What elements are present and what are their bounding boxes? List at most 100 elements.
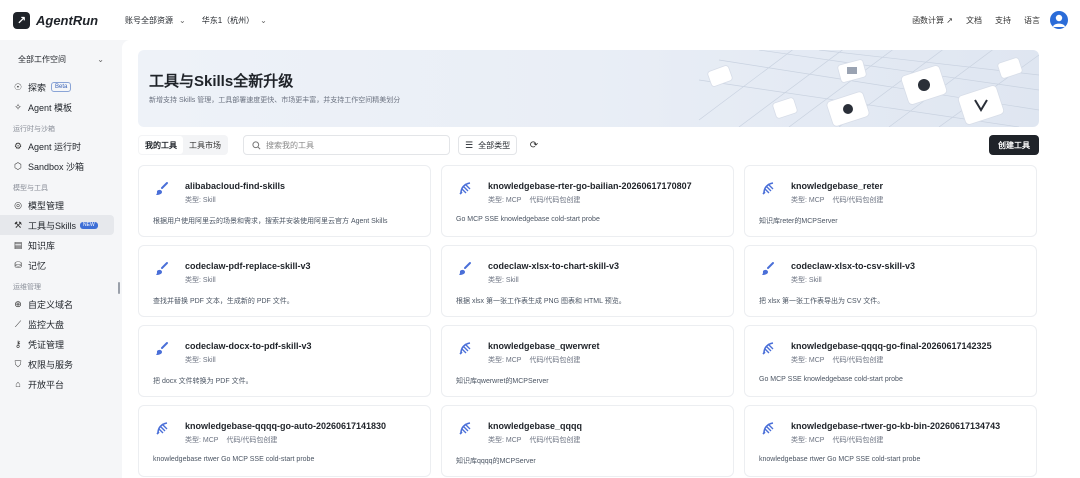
search-icon	[252, 140, 261, 149]
platform-icon: ⌂	[15, 379, 21, 389]
tool-source: 代码/代码包创建	[832, 357, 884, 364]
tab-tool-market[interactable]: 工具市场	[183, 136, 227, 154]
tool-card[interactable]: knowledgebase-qqqq-go-auto-2026061714183…	[138, 405, 431, 477]
tool-type: 类型: Skill	[185, 357, 216, 364]
tool-card[interactable]: knowledgebase-qqqq-go-final-202606171423…	[744, 325, 1037, 397]
create-tool-button[interactable]: 创建工具	[989, 135, 1039, 155]
sidebar-item-monitoring[interactable]: ⟋ 监控大盘	[0, 314, 116, 334]
tool-description: 把 docx 文件转换为 PDF 文件。	[153, 378, 253, 385]
mcp-feather-icon	[456, 180, 474, 198]
sidebar-item-label: 权限与服务	[28, 359, 74, 370]
sidebar-item-label: Agent 运行时	[28, 141, 82, 152]
sidebar-item-custom-domain[interactable]: ⊕ 自定义域名	[0, 294, 116, 314]
tool-card[interactable]: alibabacloud-find-skills 类型: Skill 根据用户使用阿…	[138, 165, 431, 237]
new-badge: NEW	[80, 221, 98, 229]
tool-card[interactable]: codeclaw-xlsx-to-csv-skill-v3 类型: Skill 把 …	[744, 245, 1037, 317]
sidebar-item-model-management[interactable]: ◎ 模型管理	[0, 195, 116, 215]
refresh-button[interactable]: ⟳	[524, 135, 544, 155]
type-filter-select[interactable]: ☰ 全部类型	[458, 135, 518, 155]
skill-brush-icon	[153, 180, 171, 198]
tool-card[interactable]: codeclaw-xlsx-to-chart-skill-v3 类型: Skill…	[441, 245, 734, 317]
tool-card[interactable]: knowledgebase_reter 类型: MCP 代码/代码包创建 知识库ret…	[744, 165, 1037, 237]
beta-badge: Beta	[51, 82, 72, 92]
tool-meta: 类型: MCP 代码/代码包创建	[488, 195, 580, 205]
mcp-feather-icon	[153, 420, 171, 438]
tool-description: 知识库reter的MCPServer	[759, 218, 838, 225]
tool-name: codeclaw-xlsx-to-csv-skill-v3	[791, 261, 916, 271]
search-box[interactable]	[243, 135, 450, 155]
sidebar: 全部工作空间 ⌄ ☉ 探索 Beta ✧ Agent 模板 运行时与沙箱 ⚙ A…	[0, 40, 122, 478]
sidebar-item-sandbox[interactable]: ⬡ Sandbox 沙箱	[0, 156, 116, 176]
region-select[interactable]: 华东1（杭州） ⌄	[202, 15, 267, 26]
sidebar-item-credentials[interactable]: ⚷ 凭证管理	[0, 334, 116, 354]
skill-brush-icon	[456, 260, 474, 278]
tool-description: 查找并替换 PDF 文本，生成新的 PDF 文件。	[153, 298, 294, 305]
user-avatar[interactable]	[1050, 11, 1068, 29]
tool-meta: 类型: MCP 代码/代码包创建	[791, 195, 883, 205]
tool-card[interactable]: codeclaw-docx-to-pdf-skill-v3 类型: Skill 把 …	[138, 325, 431, 397]
sidebar-item-memory[interactable]: ⛁ 记忆	[0, 255, 116, 275]
tool-card[interactable]: knowledgebase-rtwer-go-kb-bin-2026061713…	[744, 405, 1037, 477]
chevron-down-icon: ⌄	[260, 15, 267, 25]
sidebar-collapse-handle[interactable]	[118, 282, 120, 294]
tool-card[interactable]: knowledgebase-rter-go-bailian-2026061717…	[441, 165, 734, 237]
tool-meta: 类型: Skill	[185, 355, 216, 365]
support-link[interactable]: 支持	[995, 15, 1011, 26]
tool-type: 类型: Skill	[791, 277, 822, 284]
memory-icon: ⛁	[14, 259, 22, 270]
function-compute-link[interactable]: 函数计算 ↗	[912, 15, 953, 26]
shield-icon: ⛉	[14, 358, 22, 369]
chevron-down-icon: ⌄	[97, 54, 104, 64]
tool-type: 类型: MCP	[791, 437, 825, 444]
key-icon: ⚷	[14, 338, 22, 349]
tool-name: knowledgebase-rter-go-bailian-2026061717…	[488, 181, 692, 191]
workspace-select[interactable]: 全部工作空间 ⌄	[8, 49, 114, 69]
sidebar-item-open-platform[interactable]: ⌂ 开放平台	[0, 374, 116, 394]
tool-card[interactable]: codeclaw-pdf-replace-skill-v3 类型: Skill 查找…	[138, 245, 431, 317]
refresh-icon: ⟳	[529, 139, 539, 151]
skill-brush-icon	[759, 260, 777, 278]
main-content: 工具与Skills全新升级 新增支持 Skills 管理，工具部署速度更快、市场…	[122, 40, 1080, 478]
tool-meta: 类型: MCP 代码/代码包创建	[488, 355, 580, 365]
sparkle-icon: ✧	[14, 101, 22, 112]
tool-source: 代码/代码包创建	[529, 197, 581, 204]
tool-meta: 类型: Skill	[488, 275, 519, 285]
tool-type: 类型: MCP	[488, 437, 522, 444]
nav-group-ops: 运维管理	[13, 284, 41, 291]
workspace-label: 全部工作空间	[18, 54, 66, 64]
sidebar-item-label: 探索	[28, 82, 47, 93]
tool-name: knowledgebase-qqqq-go-auto-2026061714183…	[185, 421, 387, 431]
account-scope-label: 账号全部资源	[125, 15, 173, 25]
account-scope-select[interactable]: 账号全部资源 ⌄	[125, 15, 186, 26]
filter-icon: ☰	[465, 139, 474, 150]
tool-type: 类型: MCP	[488, 197, 522, 204]
tool-type: 类型: MCP	[791, 197, 825, 204]
tool-description: 根据用户使用阿里云的场景和需求，搜索并安装使用阿里云官方 Agent Skill…	[153, 218, 388, 225]
tool-card[interactable]: knowledgebase_qqqq 类型: MCP 代码/代码包创建 知识库qqqq…	[441, 405, 734, 477]
sidebar-item-tools-skills[interactable]: ⚒ 工具与Skills NEW	[0, 215, 114, 235]
sidebar-item-label: Agent 模板	[28, 102, 73, 113]
tab-my-tools[interactable]: 我的工具	[139, 136, 183, 154]
tool-source: 代码/代码包创建	[529, 357, 581, 364]
app-logo[interactable]: ↗ AgentRun	[13, 11, 125, 29]
tool-card[interactable]: knowledgebase_qwerwret 类型: MCP 代码/代码包创建 知识库…	[441, 325, 734, 397]
sidebar-item-permissions[interactable]: ⛉ 权限与服务	[0, 354, 116, 374]
sidebar-item-explore[interactable]: ☉ 探索 Beta	[0, 77, 116, 97]
language-link[interactable]: 语言	[1024, 15, 1040, 26]
globe-icon: ⊕	[14, 298, 22, 309]
docs-link[interactable]: 文档	[966, 15, 982, 26]
tool-name: alibabacloud-find-skills	[185, 181, 286, 191]
sidebar-item-agent-runtime[interactable]: ⚙ Agent 运行时	[0, 136, 116, 156]
sidebar-item-label: 工具与Skills	[28, 220, 77, 231]
tool-name: codeclaw-docx-to-pdf-skill-v3	[185, 341, 312, 351]
agentrun-logo-icon: ↗	[13, 11, 30, 29]
top-bar: ↗ AgentRun 账号全部资源 ⌄ 华东1（杭州） ⌄ 函数计算 ↗ 文档 …	[0, 0, 1080, 40]
sidebar-item-agent-templates[interactable]: ✧ Agent 模板	[0, 97, 116, 117]
sidebar-item-knowledge-base[interactable]: ▤ 知识库	[0, 235, 116, 255]
banner-subtitle: 新增支持 Skills 管理，工具部署速度更快、市场更丰富，并支持工作空间精美划…	[149, 97, 401, 104]
tool-description: 知识库qqqq的MCPServer	[456, 458, 536, 465]
tool-type: 类型: Skill	[185, 277, 216, 284]
sidebar-item-label: 模型管理	[28, 200, 65, 211]
sidebar-item-label: Sandbox 沙箱	[28, 161, 85, 172]
search-input[interactable]	[266, 140, 436, 150]
